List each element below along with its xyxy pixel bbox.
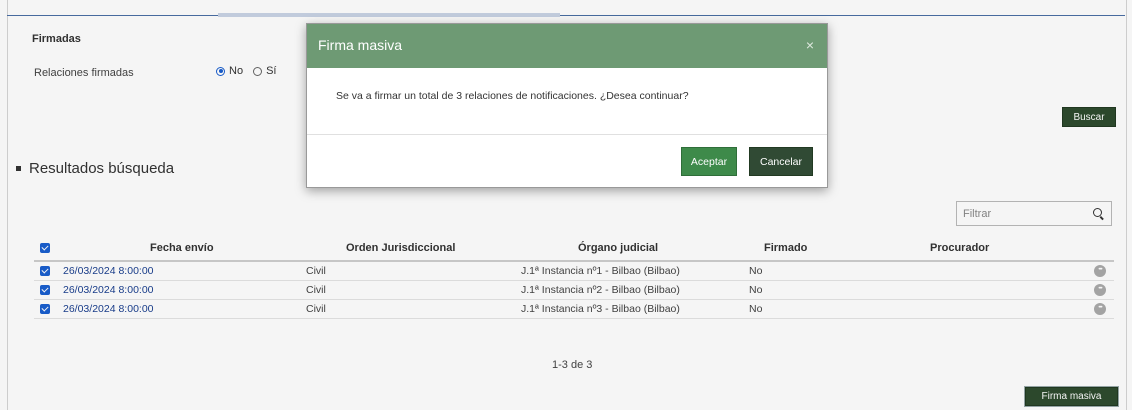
- bulk-sign-dialog: Firma masiva × Se va a firmar un total d…: [306, 23, 828, 188]
- dialog-title: Firma masiva: [318, 37, 403, 53]
- dialog-footer: Aceptar Cancelar: [307, 135, 827, 187]
- accept-button[interactable]: Aceptar: [681, 147, 737, 176]
- cancel-button[interactable]: Cancelar: [749, 147, 813, 176]
- dialog-body: Se va a firmar un total de 3 relaciones …: [307, 68, 827, 135]
- close-icon[interactable]: ×: [806, 37, 814, 53]
- dialog-message: Se va a firmar un total de 3 relaciones …: [336, 90, 689, 102]
- dialog-header: Firma masiva ×: [307, 24, 827, 68]
